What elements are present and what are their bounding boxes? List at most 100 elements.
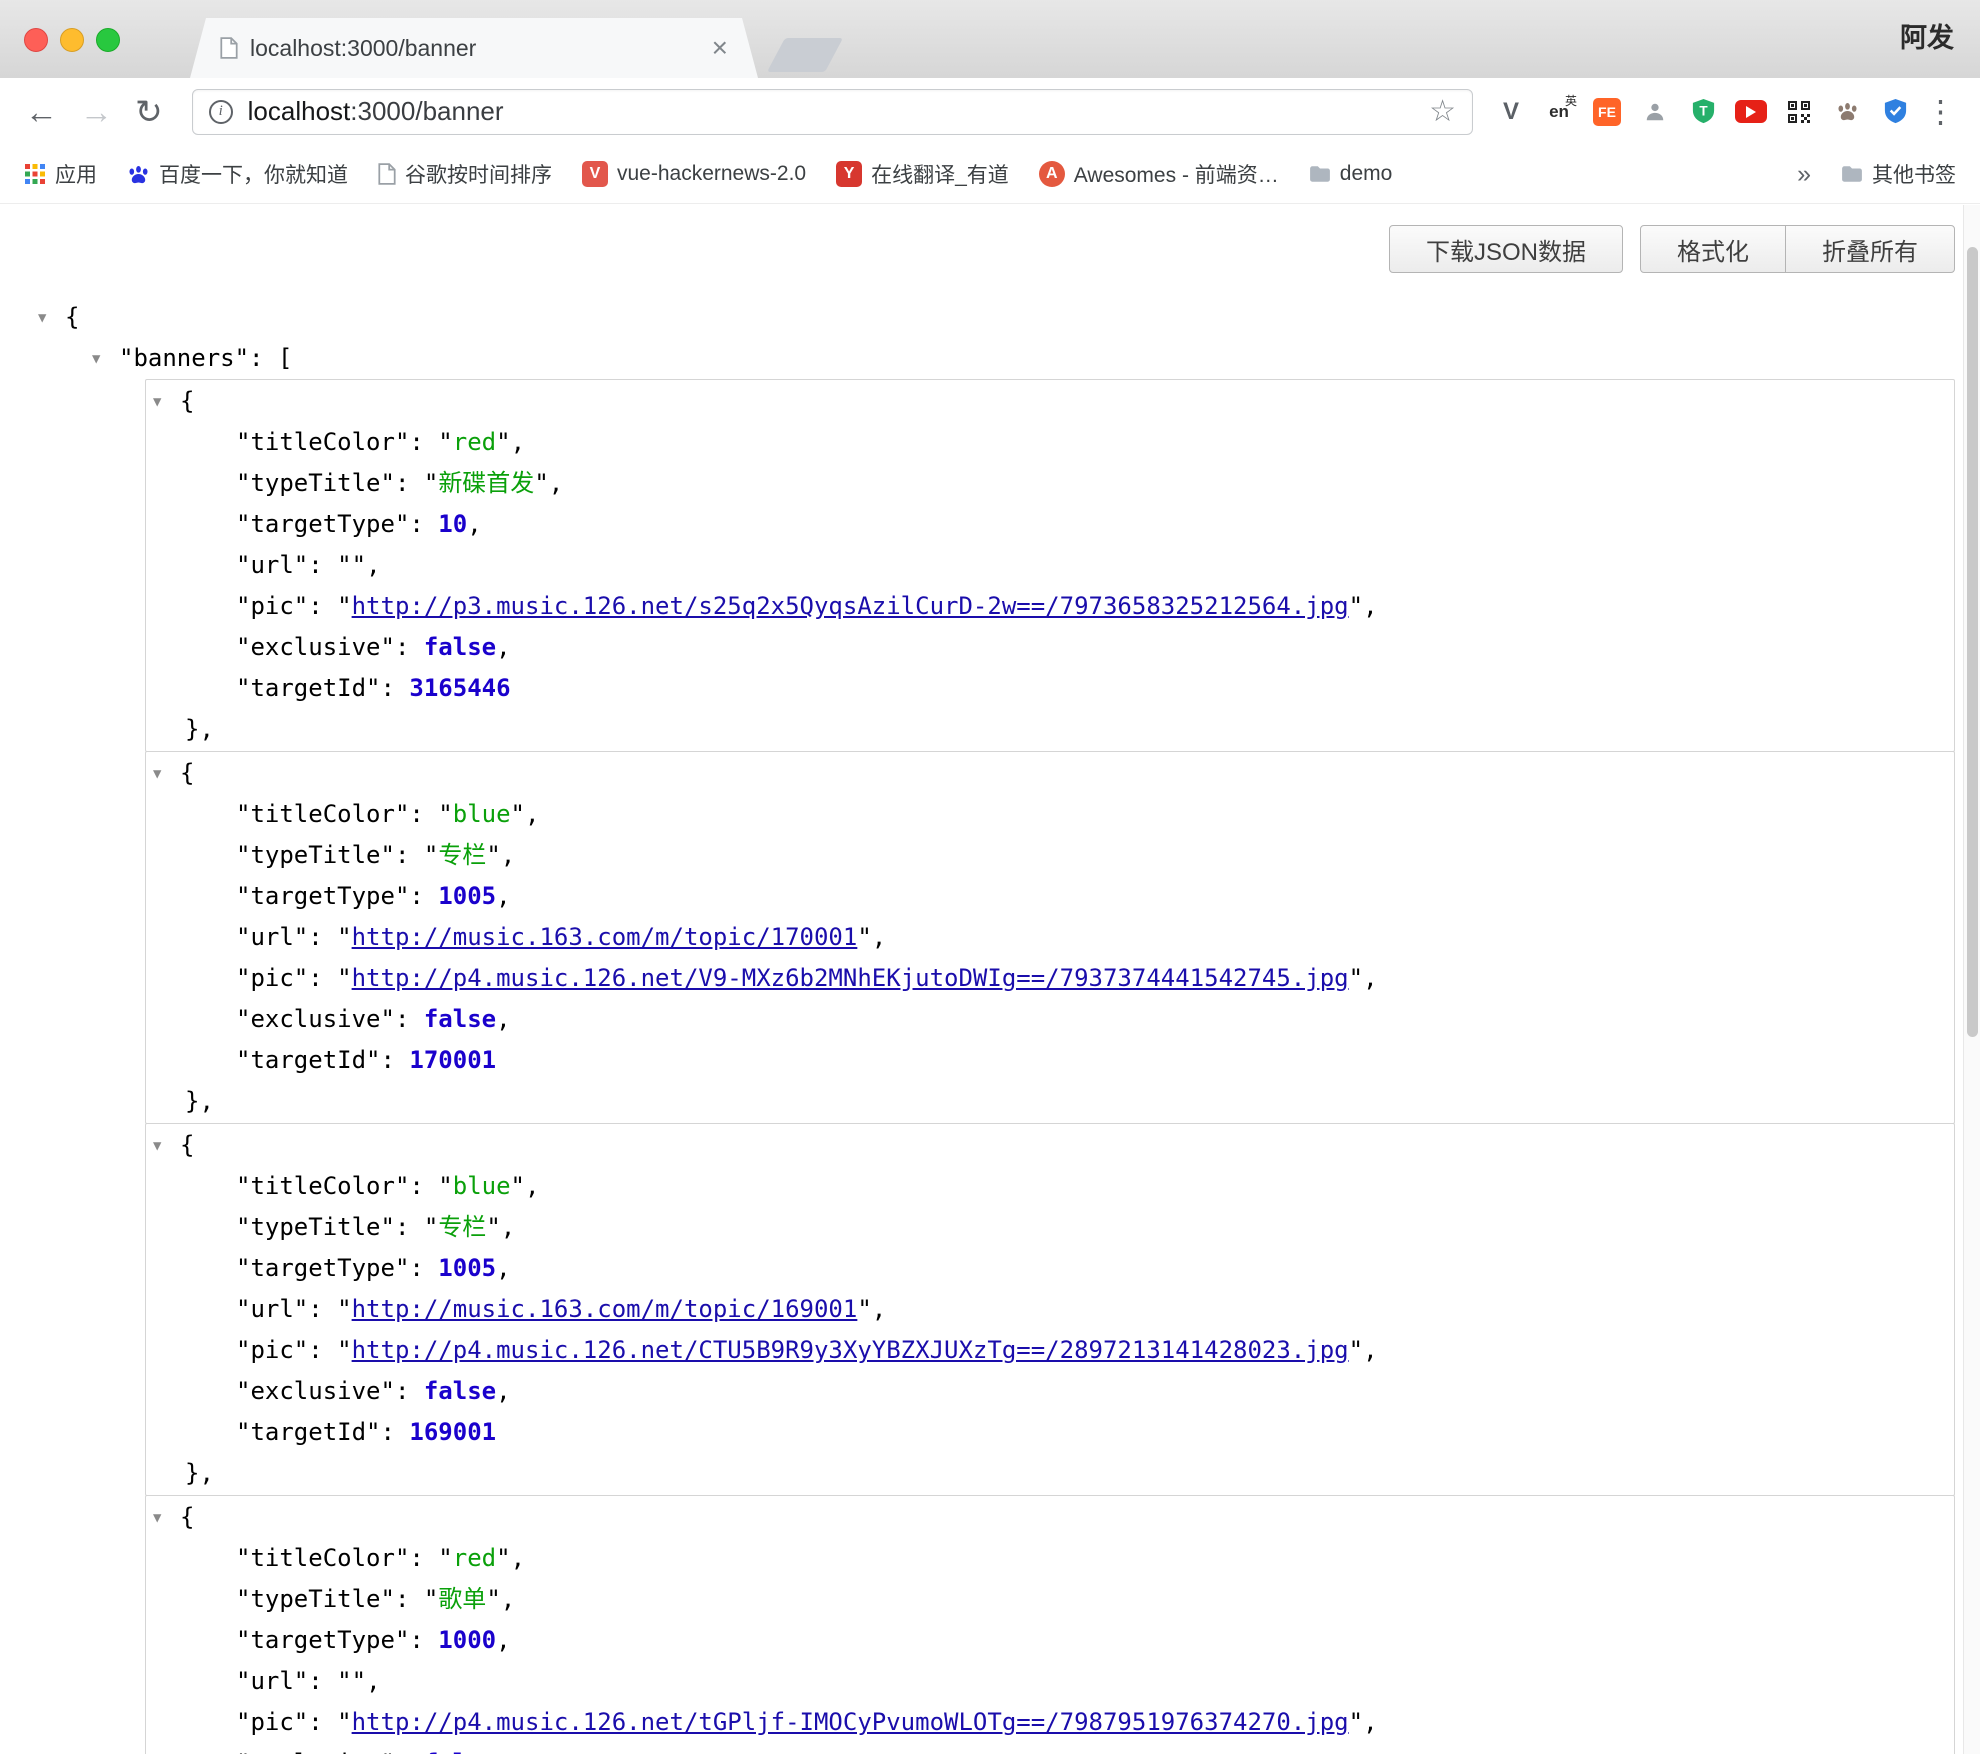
json-token: { — [180, 759, 194, 787]
page-scrollbar[interactable] — [1963, 205, 1980, 1754]
bookmark-item-baidu[interactable]: 百度一下，你就知道 — [127, 159, 348, 189]
page-info-icon[interactable]: i — [209, 100, 233, 124]
new-tab-button[interactable] — [767, 38, 843, 72]
youtube-extension-icon[interactable] — [1727, 88, 1775, 136]
json-key: "pic" — [236, 1708, 308, 1736]
json-link-value[interactable]: http://music.163.com/m/topic/170001 — [352, 923, 858, 951]
collapse-caret-icon[interactable]: ▼ — [153, 1498, 176, 1539]
collapse-caret-icon[interactable]: ▼ — [153, 1126, 176, 1167]
forward-button[interactable]: → — [80, 95, 113, 128]
json-link-value[interactable]: http://p4.music.126.net/tGPljf-IMOCyPvum… — [352, 1708, 1349, 1736]
scrollbar-thumb[interactable] — [1967, 247, 1978, 1037]
collapse-caret-icon[interactable]: ▼ — [38, 298, 61, 339]
json-property-line: "targetType": 1005, — [146, 1248, 1954, 1289]
url-text: localhost:3000/banner — [248, 96, 504, 127]
json-property-line: "targetId": 170001 — [146, 1040, 1954, 1081]
baidu-paw-icon — [127, 163, 150, 186]
json-number-value: 169001 — [409, 1418, 496, 1446]
json-property-line: "targetType": 10, — [146, 504, 1954, 545]
reload-button[interactable]: ↻ — [135, 95, 163, 128]
json-string-value: blue — [453, 800, 511, 828]
json-key: "targetId" — [236, 1046, 381, 1074]
browser-toolbar: ← → ↻ i localhost:3000/banner ☆ V en 英 F… — [0, 78, 1980, 145]
collapse-all-button[interactable]: 折叠所有 — [1785, 225, 1955, 273]
tab-title: localhost:3000/banner — [250, 35, 476, 62]
shield-t-extension-icon[interactable]: T — [1679, 88, 1727, 136]
zoom-window-button[interactable] — [96, 28, 120, 52]
url-host: localhost — [248, 96, 351, 126]
page-icon — [220, 37, 238, 59]
bookmark-item-demo-folder[interactable]: demo — [1309, 162, 1393, 186]
qr-code-icon — [1787, 100, 1811, 124]
vimium-extension-icon[interactable]: V — [1487, 88, 1535, 136]
json-string-value: 歌单 — [438, 1585, 486, 1613]
json-key: "banners" — [119, 344, 249, 372]
json-token: : — [395, 1377, 424, 1405]
json-property-line: "targetType": 1000, — [146, 1620, 1954, 1661]
paw-extension-icon[interactable] — [1823, 88, 1871, 136]
json-object-open-line: ▼{ — [146, 1497, 1954, 1538]
bookmark-item-apps[interactable]: 应用 — [24, 159, 97, 189]
paw-icon — [1836, 100, 1859, 123]
format-collapse-button-group: 格式化 折叠所有 — [1640, 225, 1955, 273]
json-token: : — [395, 1005, 424, 1033]
browser-tab[interactable]: localhost:3000/banner × — [190, 18, 758, 78]
format-button[interactable]: 格式化 — [1640, 225, 1786, 273]
json-link-value[interactable]: http://p3.music.126.net/s25q2x5QyqsAzilC… — [352, 592, 1349, 620]
json-token: " — [1349, 592, 1363, 620]
json-property-line: "typeTitle": "歌单", — [146, 1579, 1954, 1620]
bookmarks-overflow-chevron[interactable]: » — [1797, 160, 1811, 189]
translate-extension-icon[interactable]: en 英 — [1535, 88, 1583, 136]
json-token: , — [1363, 592, 1377, 620]
collapse-caret-icon[interactable]: ▼ — [92, 339, 115, 380]
close-window-button[interactable] — [24, 28, 48, 52]
bookmark-item-youdao[interactable]: Y 在线翻译_有道 — [836, 159, 1009, 189]
json-token: " — [337, 923, 351, 951]
json-token: , — [496, 1377, 510, 1405]
omnibox[interactable]: i localhost:3000/banner ☆ — [192, 89, 1473, 135]
collapse-caret-icon[interactable]: ▼ — [153, 754, 176, 795]
json-token: " — [511, 1172, 525, 1200]
bookmark-item-vue-hackernews[interactable]: V vue-hackernews-2.0 — [582, 161, 806, 187]
bookmark-item-google-sort[interactable]: 谷歌按时间排序 — [378, 159, 552, 189]
json-key: "exclusive" — [236, 1005, 395, 1033]
json-link-value[interactable]: http://p4.music.126.net/V9-MXz6b2MNhEKju… — [352, 964, 1349, 992]
json-property-line: "url": "", — [146, 545, 1954, 586]
fe-extension-icon[interactable]: FE — [1583, 88, 1631, 136]
browser-menu-button[interactable]: ⋮ — [1925, 96, 1956, 127]
json-array-item-box: ▼{"titleColor": "blue","typeTitle": "专栏"… — [145, 751, 1955, 1124]
json-property-line: "typeTitle": "专栏", — [146, 835, 1954, 876]
json-link-value[interactable]: http://p4.music.126.net/CTU5B9R9y3XyYBZX… — [352, 1336, 1349, 1364]
json-key: "url" — [236, 551, 308, 579]
json-string-value: blue — [453, 1172, 511, 1200]
tab-close-icon[interactable]: × — [712, 34, 728, 62]
json-token: " — [424, 1585, 438, 1613]
json-token: " — [486, 1585, 500, 1613]
bookmark-star-icon[interactable]: ☆ — [1429, 97, 1456, 127]
json-token: : — [308, 1295, 337, 1323]
json-token: , — [525, 1172, 539, 1200]
security-shield-extension-icon[interactable] — [1871, 88, 1919, 136]
json-property-line: "titleColor": "red", — [146, 422, 1954, 463]
json-token: : — [409, 882, 438, 910]
json-boolean-value: false — [424, 1749, 496, 1754]
json-key: "pic" — [236, 964, 308, 992]
json-key: "targetId" — [236, 1418, 381, 1446]
json-key: "targetType" — [236, 1254, 409, 1282]
bookmark-label: vue-hackernews-2.0 — [617, 162, 806, 186]
apps-grid-icon — [24, 163, 46, 185]
bookmark-item-awesomes[interactable]: A Awesomes - 前端资… — [1039, 159, 1279, 189]
json-link-value[interactable]: http://music.163.com/m/topic/169001 — [352, 1295, 858, 1323]
json-property-line: "typeTitle": "专栏", — [146, 1207, 1954, 1248]
back-button[interactable]: ← — [25, 95, 58, 128]
bookmark-item-other-bookmarks[interactable]: 其他书签 — [1841, 159, 1956, 189]
minimize-window-button[interactable] — [60, 28, 84, 52]
json-token: : — [409, 428, 438, 456]
download-json-button[interactable]: 下载JSON数据 — [1389, 225, 1623, 273]
bookmark-label: 百度一下，你就知道 — [159, 159, 348, 189]
collapse-caret-icon[interactable]: ▼ — [153, 382, 176, 423]
json-token: , — [511, 1544, 525, 1572]
contacts-extension-icon[interactable] — [1631, 88, 1679, 136]
qr-code-extension-icon[interactable] — [1775, 88, 1823, 136]
json-property-line: "url": "http://music.163.com/m/topic/170… — [146, 917, 1954, 958]
